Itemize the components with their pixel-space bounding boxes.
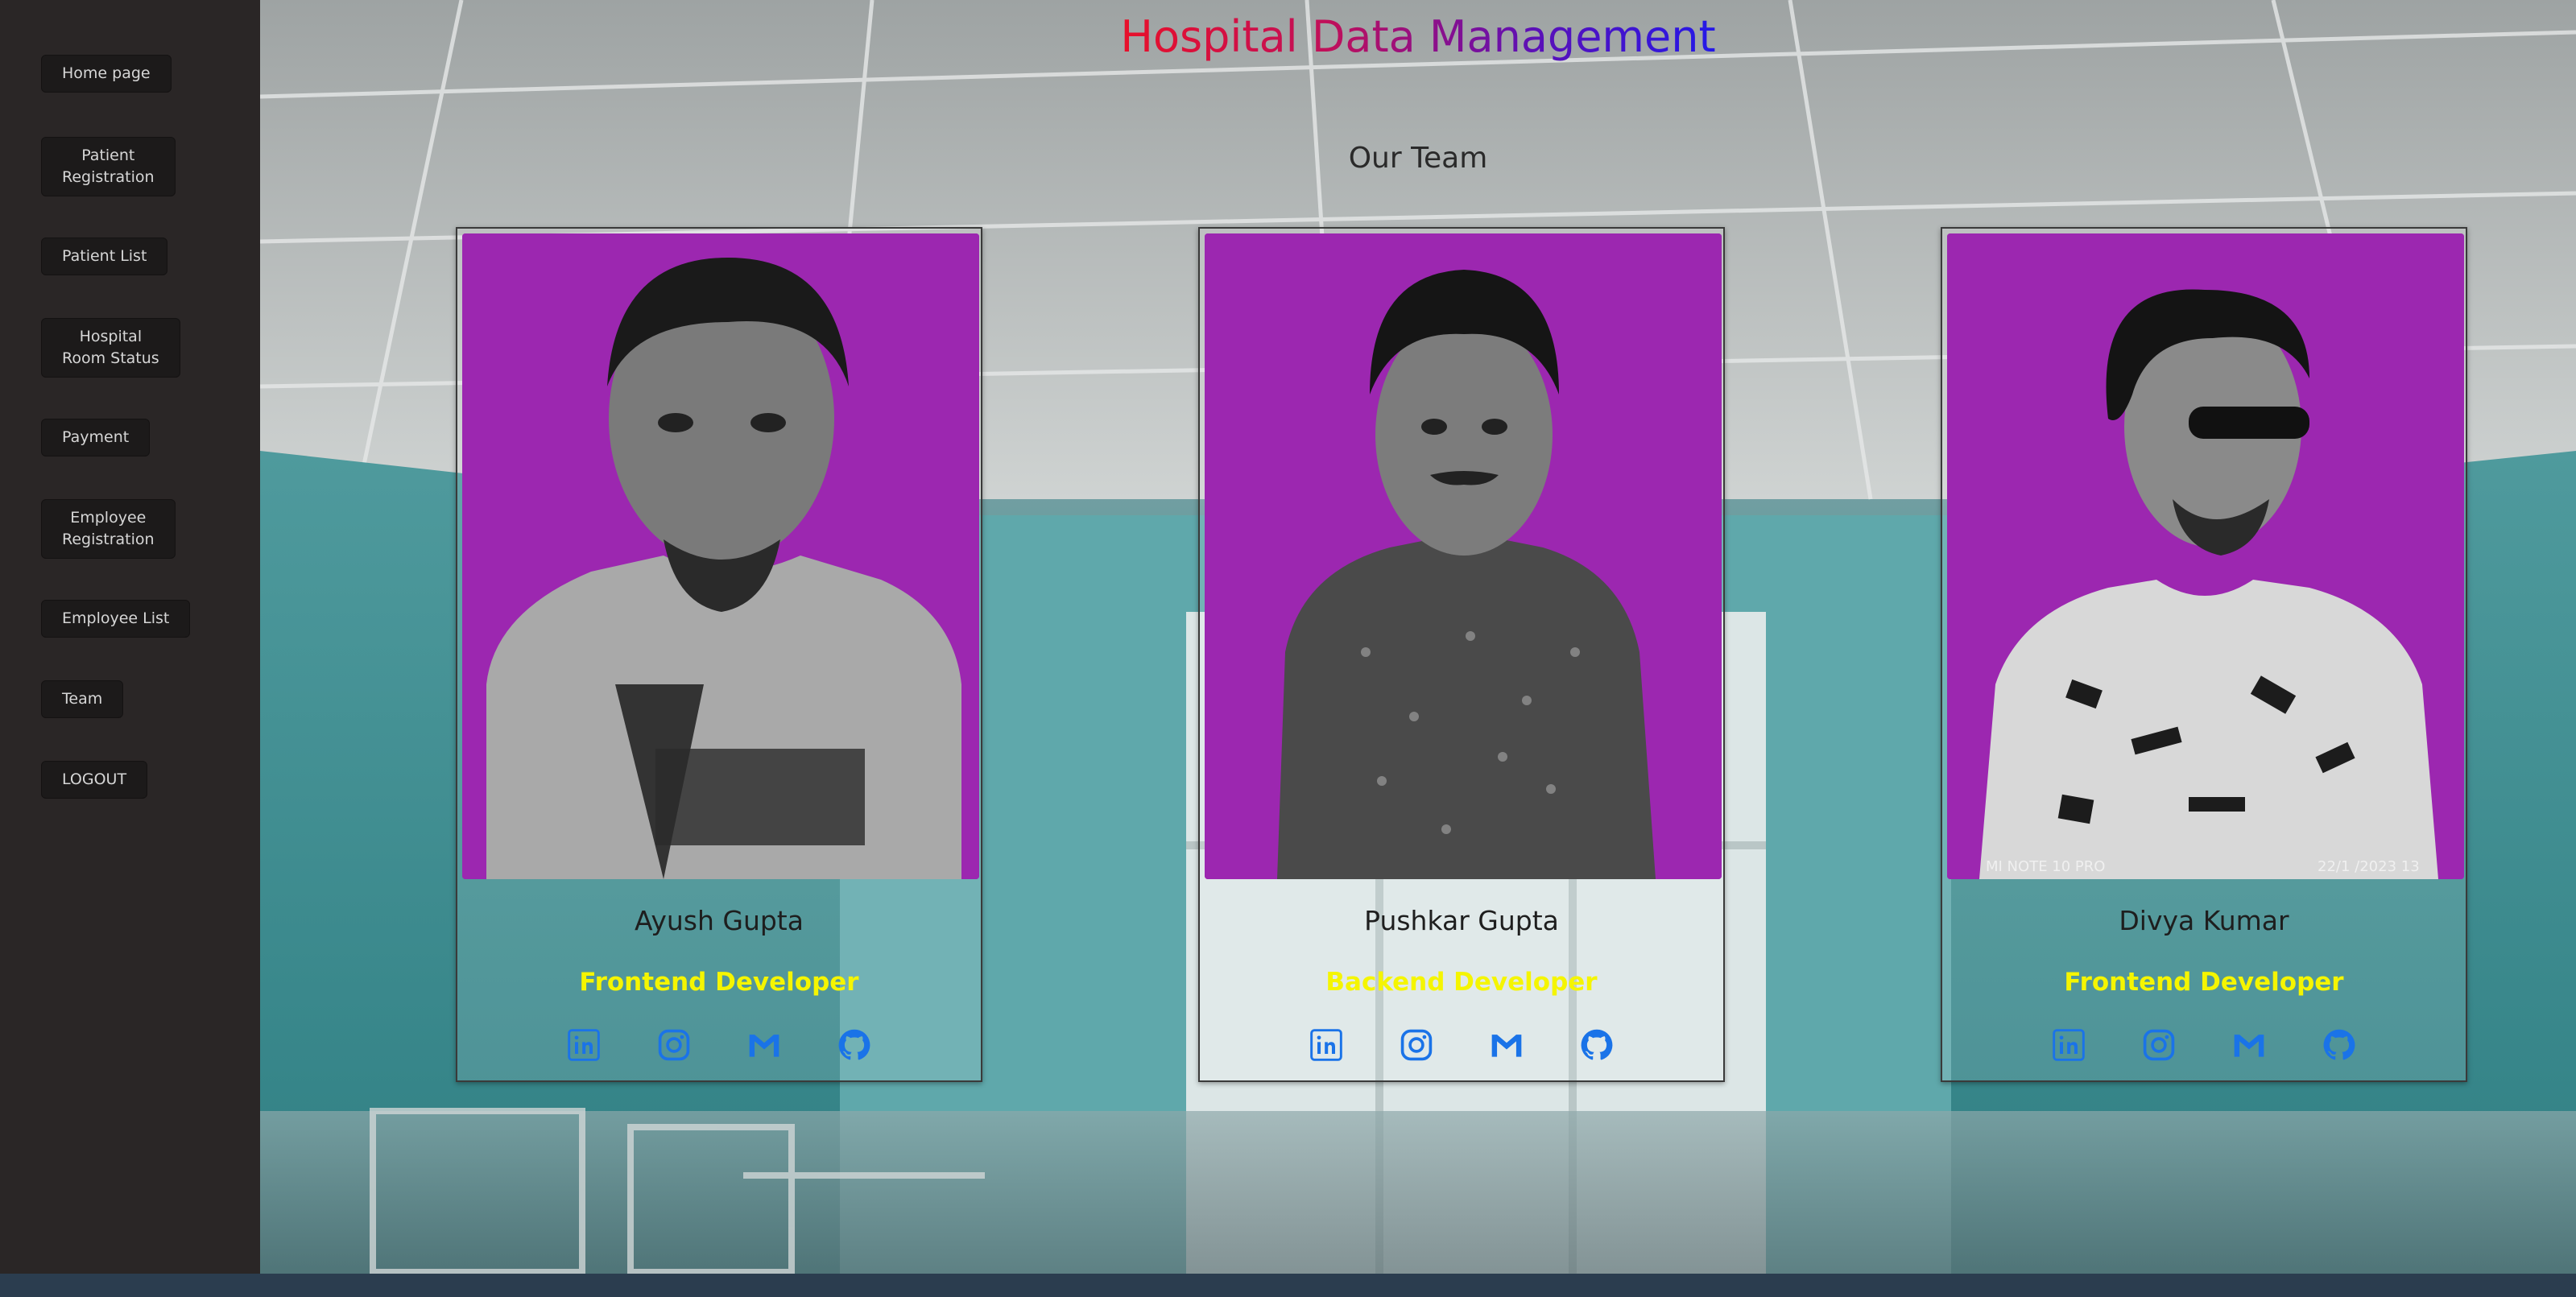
github-icon[interactable] xyxy=(837,1027,872,1063)
team-card: Pushkar Gupta Backend Developer xyxy=(1198,227,1725,1082)
instagram-icon[interactable] xyxy=(1399,1027,1434,1063)
bottom-bar xyxy=(0,1274,2576,1297)
nav-home-button[interactable]: Home page xyxy=(41,55,172,93)
team-card: MI NOTE 10 PRO 22/1 /2023 13 Divya Kumar… xyxy=(1941,227,2467,1082)
person-photo-icon xyxy=(462,233,979,879)
page-title: Hospital Data Management xyxy=(1120,11,1716,62)
member-photo xyxy=(462,233,979,879)
nav-patient-registration-button[interactable]: Patient Registration xyxy=(41,137,176,196)
github-icon[interactable] xyxy=(2322,1027,2357,1063)
nav-payment-button[interactable]: Payment xyxy=(41,419,151,456)
member-photo: MI NOTE 10 PRO 22/1 /2023 13 xyxy=(1947,233,2464,879)
member-role: Backend Developer xyxy=(1325,968,1598,997)
social-links xyxy=(1200,1027,1723,1063)
linkedin-icon[interactable] xyxy=(566,1027,602,1063)
member-name: Ayush Gupta xyxy=(635,905,804,936)
sidebar: Home page Patient Registration Patient L… xyxy=(0,0,260,1274)
social-links xyxy=(1942,1027,2466,1063)
nav-employee-registration-button[interactable]: Employee Registration xyxy=(41,499,176,559)
gmail-icon[interactable] xyxy=(746,1027,782,1063)
nav-team-button[interactable]: Team xyxy=(41,680,124,718)
member-name: Pushkar Gupta xyxy=(1364,905,1559,936)
linkedin-icon[interactable] xyxy=(2051,1027,2086,1063)
photo-watermark-right: 22/1 /2023 13 xyxy=(2318,858,2420,875)
person-photo-icon: MI NOTE 10 PRO 22/1 /2023 13 xyxy=(1947,233,2464,879)
linkedin-icon[interactable] xyxy=(1309,1027,1344,1063)
section-title: Our Team xyxy=(1348,142,1488,175)
person-photo-icon xyxy=(1205,233,1722,879)
member-role: Frontend Developer xyxy=(2064,968,2344,997)
github-icon[interactable] xyxy=(1579,1027,1615,1063)
gmail-icon[interactable] xyxy=(1489,1027,1524,1063)
team-card: Ayush Gupta Frontend Developer xyxy=(456,227,982,1082)
nav-logout-button[interactable]: LOGOUT xyxy=(41,761,148,799)
nav-employee-list-button[interactable]: Employee List xyxy=(41,600,191,638)
member-role: Frontend Developer xyxy=(579,968,859,997)
member-name: Divya Kumar xyxy=(2119,905,2289,936)
instagram-icon[interactable] xyxy=(2141,1027,2177,1063)
gmail-icon[interactable] xyxy=(2231,1027,2267,1063)
social-links xyxy=(457,1027,981,1063)
nav-hospital-room-status-button[interactable]: Hospital Room Status xyxy=(41,318,180,378)
member-photo xyxy=(1205,233,1722,879)
instagram-icon[interactable] xyxy=(656,1027,692,1063)
main-content: Hospital Data Management Our Team Ayush … xyxy=(260,0,2576,1274)
photo-watermark-left: MI NOTE 10 PRO xyxy=(1986,858,2105,875)
nav-patient-list-button[interactable]: Patient List xyxy=(41,238,168,275)
